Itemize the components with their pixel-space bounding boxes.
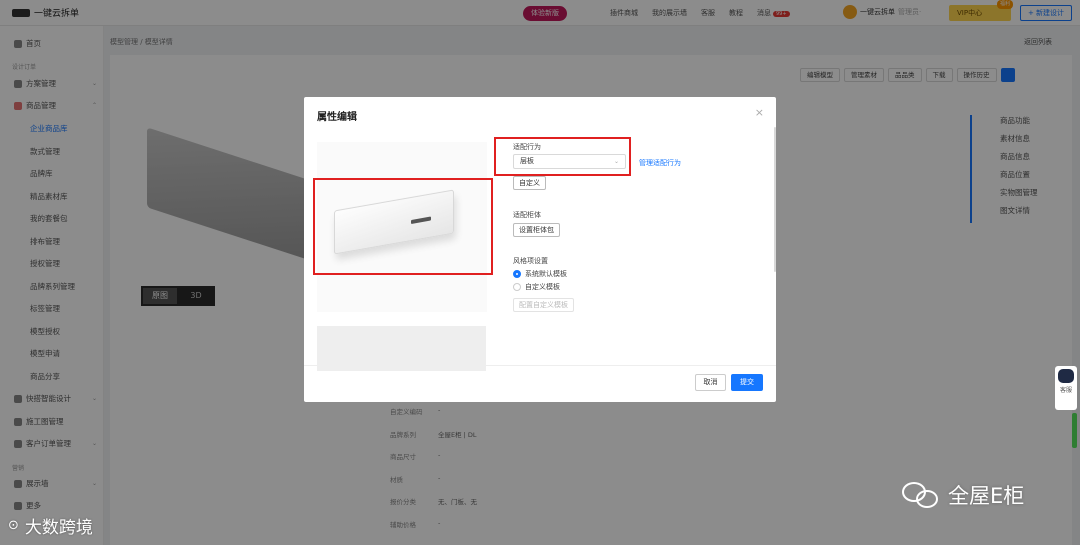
dialog-scrollbar[interactable] — [774, 127, 776, 272]
submit-button[interactable]: 提交 — [731, 374, 763, 391]
radio-custom-template[interactable]: 自定义模板 — [513, 282, 560, 292]
watermark-right: 全屋E柜 — [902, 480, 1024, 510]
side-scroll-rail[interactable] — [1072, 413, 1077, 448]
cabinet-label: 适配柜体 — [513, 211, 541, 219]
watermark-logo-icon: ⊙ — [8, 518, 19, 533]
cancel-button[interactable]: 取消 — [695, 374, 726, 391]
dialog-title: 属性编辑 — [317, 112, 357, 123]
set-cabinet-package-button[interactable]: 设置柜体包 — [513, 223, 560, 237]
config-custom-template-button[interactable]: 配置自定义模板 — [513, 298, 574, 312]
wechat-icon — [902, 480, 940, 510]
radio-system-default[interactable]: 系统默认模板 — [513, 269, 567, 279]
customer-service-widget[interactable]: 客服 — [1055, 366, 1077, 410]
radio-unchecked-icon — [513, 283, 521, 291]
radio-checked-icon — [513, 270, 521, 278]
service-label: 客服 — [1059, 387, 1072, 394]
custom-button[interactable]: 自定义 — [513, 176, 546, 190]
close-icon[interactable]: × — [755, 106, 764, 119]
highlight-box-preview — [313, 178, 493, 275]
manage-behavior-link[interactable]: 管理适配行为 — [639, 158, 681, 168]
watermark-right-text: 全屋E柜 — [948, 484, 1025, 508]
robot-icon — [1058, 369, 1074, 383]
highlight-box-behavior — [494, 137, 631, 176]
watermark-left-text: 大数跨境 — [24, 518, 93, 538]
attribute-edit-dialog: 属性编辑 × 适配行为 层板 ⌄ 管理适配行为 自定义 适配柜体 设置柜体包 风… — [304, 97, 776, 402]
watermark-left: ⊙ 大数跨境 — [8, 513, 93, 538]
radio-label: 自定义模板 — [525, 283, 560, 291]
radio-label: 系统默认模板 — [525, 270, 567, 278]
style-label: 风格项设置 — [513, 257, 548, 265]
